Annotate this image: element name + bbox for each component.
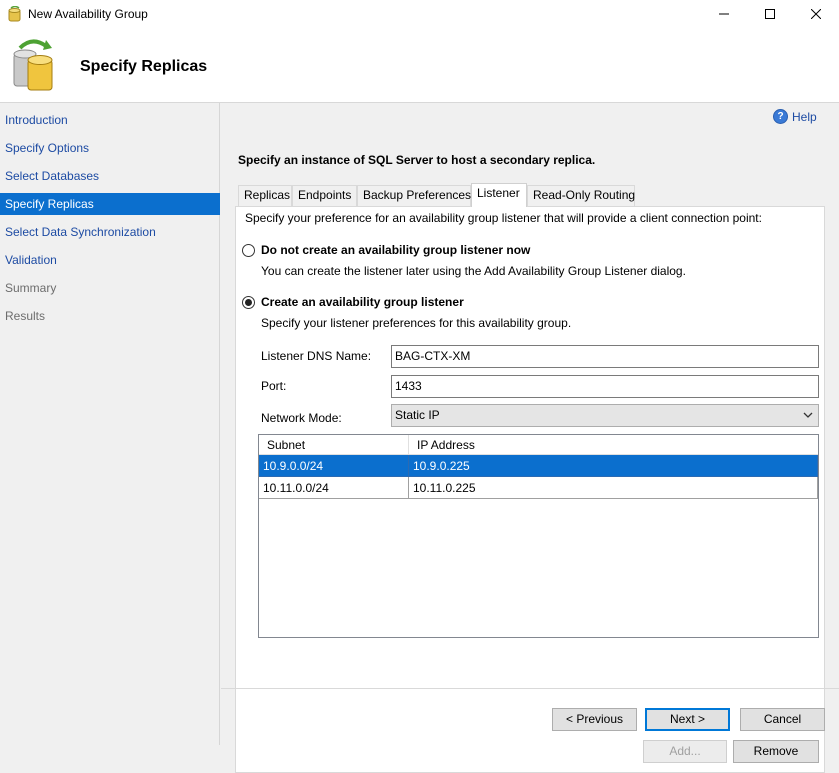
window-title: New Availability Group	[28, 7, 148, 21]
nav-item-results: Results	[5, 309, 46, 323]
page-title: Specify Replicas	[80, 58, 208, 75]
tab-endpoints[interactable]: Endpoints	[292, 185, 357, 206]
no-listener-radio[interactable]	[242, 243, 255, 257]
chevron-down-icon	[803, 412, 813, 418]
minimize-button[interactable]	[701, 0, 747, 28]
listener-description: Specify your preference for an availabil…	[245, 211, 762, 225]
tab-read-only-routing[interactable]: Read-Only Routing	[527, 185, 635, 206]
header-banner: Specify Replicas	[0, 28, 839, 102]
nav-item-specify-options[interactable]: Specify Options	[0, 137, 220, 159]
database-wizard-icon	[13, 39, 53, 91]
nav-item-specify-replicas[interactable]: Specify Replicas	[0, 193, 220, 215]
close-icon	[811, 9, 821, 19]
instruction-text: Specify an instance of SQL Server to hos…	[238, 153, 596, 167]
previous-button[interactable]: < Previous	[552, 708, 637, 731]
no-listener-option[interactable]: Do not create an availability group list…	[242, 243, 530, 257]
app-icon	[8, 6, 21, 22]
title-bar: New Availability Group	[0, 0, 839, 28]
subnet-cell[interactable]: 10.11.0.0/24	[259, 477, 409, 499]
help-icon: ?	[773, 109, 788, 124]
create-listener-hint: Specify your listener preferences for th…	[261, 316, 572, 330]
column-header-ip-address[interactable]: IP Address	[409, 435, 818, 455]
cancel-button[interactable]: Cancel	[740, 708, 825, 731]
nav-item-summary: Summary	[5, 281, 57, 295]
remove-button[interactable]: Remove	[733, 740, 819, 763]
tab-listener[interactable]: Listener	[471, 183, 527, 207]
help-link[interactable]: ? Help	[773, 109, 817, 124]
no-listener-label: Do not create an availability group list…	[261, 243, 531, 257]
help-label: Help	[792, 109, 817, 124]
close-button[interactable]	[793, 0, 839, 28]
nav-item-select-databases[interactable]: Select Databases	[0, 165, 220, 187]
tab-backup-preferences[interactable]: Backup Preferences	[357, 185, 471, 206]
create-listener-option[interactable]: Create an availability group listener	[242, 295, 464, 309]
next-button[interactable]: Next >	[645, 708, 730, 731]
maximize-icon	[765, 9, 775, 19]
footer-divider	[221, 688, 839, 689]
no-listener-hint: You can create the listener later using …	[261, 264, 686, 278]
column-header-subnet[interactable]: Subnet	[259, 435, 409, 455]
subnet-grid: Subnet IP Address 10.9.0.0/24 10.9.0.225…	[258, 434, 819, 638]
tab-replicas[interactable]: Replicas	[238, 185, 292, 206]
subnet-cell[interactable]: 10.9.0.0/24	[259, 455, 409, 477]
add-button: Add...	[643, 740, 727, 763]
ip-address-cell[interactable]: 10.9.0.225	[409, 455, 818, 477]
table-row[interactable]: 10.9.0.0/24 10.9.0.225	[259, 455, 818, 477]
nav-item-select-data-synchronization[interactable]: Select Data Synchronization	[0, 221, 220, 243]
port-label: Port:	[261, 379, 287, 393]
grid-header: Subnet IP Address	[259, 435, 818, 455]
create-listener-radio[interactable]	[242, 295, 255, 309]
minimize-icon	[719, 13, 729, 15]
maximize-button[interactable]	[747, 0, 793, 28]
create-listener-label: Create an availability group listener	[261, 295, 464, 309]
content-area: ? Help Specify an instance of SQL Server…	[221, 103, 839, 773]
network-mode-label: Network Mode:	[261, 411, 342, 425]
dns-name-label: Listener DNS Name:	[261, 349, 372, 363]
port-input[interactable]: 1433	[391, 375, 819, 398]
table-row[interactable]: 10.11.0.0/24 10.11.0.225	[259, 477, 818, 499]
dns-name-input[interactable]: BAG-CTX-XM	[391, 345, 819, 368]
nav-item-introduction[interactable]: Introduction	[0, 109, 220, 131]
wizard-nav: Introduction Specify Options Select Data…	[0, 103, 220, 745]
nav-item-validation[interactable]: Validation	[0, 249, 220, 271]
network-mode-select[interactable]: Static IP	[391, 404, 819, 427]
network-mode-value: Static IP	[395, 408, 440, 422]
ip-address-cell[interactable]: 10.11.0.225	[409, 477, 818, 499]
